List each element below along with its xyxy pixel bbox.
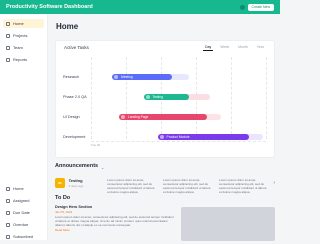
sidebar-nav: Home Projects Team Reports xyxy=(0,14,47,64)
sidebar-item-team[interactable]: Team xyxy=(3,43,44,52)
announcement-time: 2 days ago xyxy=(68,184,84,188)
tab-week[interactable]: Week xyxy=(218,44,231,51)
todo-item-date: Jan 05, 2024 xyxy=(55,210,73,214)
task-bar[interactable]: Landing Page xyxy=(119,114,207,120)
announcements-title: Announcements xyxy=(55,163,99,169)
page-title: Home xyxy=(56,22,79,31)
sidebar-nav-bottom: Home Assigned Due Date Overdue Subscribed xyxy=(3,184,45,244)
announcement-text: Lorem ipsum dolor sit amet, consectetur … xyxy=(107,178,155,194)
team-icon xyxy=(6,45,10,50)
task-bar-label: Meeting xyxy=(121,75,133,79)
tab-year[interactable]: Year xyxy=(255,44,266,51)
task-row-label: Research xyxy=(63,74,80,79)
bell-icon xyxy=(6,234,10,239)
period-tabs: Day Week Month Year xyxy=(203,44,266,51)
alert-icon xyxy=(6,222,10,227)
sidebar-filter-assigned[interactable]: Assigned xyxy=(3,196,45,205)
chevron-right-icon[interactable]: › xyxy=(273,180,275,186)
home-icon xyxy=(6,186,10,191)
todo-item-text: Lorem ipsum dolor sit amet, consectetur … xyxy=(55,215,174,227)
sidebar-item-label: Home xyxy=(13,186,24,191)
active-tasks-title: Active Tasks xyxy=(64,45,89,50)
calendar-icon xyxy=(6,210,10,215)
sidebar-item-label: Due Date xyxy=(13,210,30,215)
time-axis: Tue 20 xyxy=(91,143,266,147)
chevron-down-icon[interactable]: ⌄ xyxy=(101,165,104,170)
task-bar-label: Product Module xyxy=(166,135,190,139)
sidebar-item-home[interactable]: Home xyxy=(3,19,44,28)
todo-image-placeholder xyxy=(181,207,275,241)
todo-title: To Do xyxy=(55,195,71,201)
tab-day[interactable]: Day xyxy=(203,44,214,51)
announcement-name[interactable]: Testing xyxy=(69,178,107,183)
chart-icon xyxy=(6,57,10,62)
avatar[interactable] xyxy=(239,4,245,10)
axis-tick-label: Tue 20 xyxy=(91,143,101,147)
task-bar[interactable]: Testing xyxy=(143,94,189,100)
active-tasks-card: Active Tasks Day Week Month Year Research Me… xyxy=(55,40,275,158)
app-title: Productivity Software Dashboard xyxy=(6,4,93,10)
main-content: Home Active Tasks Day Week Month Year Resea… xyxy=(48,14,280,241)
grid-line xyxy=(266,57,267,139)
task-bar-label: Testing xyxy=(152,95,163,99)
announcement-text: Lorem ipsum dolor sit amet, consectetur … xyxy=(219,178,267,194)
sidebar: Home Projects Team Reports Home Assigned Due … xyxy=(0,14,48,240)
todo-item-name[interactable]: Design Hero Section xyxy=(55,205,175,209)
grid-line xyxy=(91,57,92,139)
sidebar-filter-due-date[interactable]: Due Date xyxy=(3,208,45,217)
task-bar-label: Landing Page xyxy=(128,115,149,119)
sidebar-item-label: Assigned xyxy=(13,198,30,203)
axis-line xyxy=(91,141,266,142)
task-bar[interactable]: Meeting xyxy=(112,74,172,80)
sidebar-item-reports[interactable]: Reports xyxy=(3,55,44,64)
check-icon xyxy=(6,198,10,203)
task-row-label: UI Design xyxy=(63,114,80,119)
grid-line xyxy=(231,57,232,139)
sidebar-item-label: Reports xyxy=(13,57,28,62)
home-icon xyxy=(6,21,10,26)
sidebar-item-label: Team xyxy=(13,45,23,50)
assignee-avatar xyxy=(114,75,118,79)
tab-month[interactable]: Month xyxy=(236,44,250,51)
sidebar-item-label: Projects xyxy=(13,33,28,38)
sidebar-item-projects[interactable]: Projects xyxy=(3,31,44,40)
announcement-header: Testing 2 days ago xyxy=(69,178,107,193)
sidebar-item-label: Subscribed xyxy=(13,234,34,239)
sidebar-filter-home[interactable]: Home xyxy=(3,184,45,193)
task-row-label: Phase 2.0 QA xyxy=(63,94,87,99)
create-new-button[interactable]: Create New xyxy=(247,3,274,11)
announcement-thumbnail: JD xyxy=(55,178,65,188)
sidebar-item-label: Overdue xyxy=(13,222,29,227)
assignee-avatar xyxy=(145,95,150,99)
sidebar-filter-overdue[interactable]: Overdue xyxy=(3,220,45,229)
task-bar[interactable]: Product Module xyxy=(157,134,249,140)
announcement-card: JD Testing 2 days ago Lorem ipsum dolor … xyxy=(55,174,275,194)
grid-line xyxy=(126,57,127,139)
top-bar: Productivity Software Dashboard Create N… xyxy=(0,0,280,14)
announcement-text: Lorem ipsum dolor sit amet, consectetur … xyxy=(163,178,211,194)
assignee-avatar xyxy=(159,135,164,139)
folder-icon xyxy=(6,33,10,38)
task-row-label: Development xyxy=(63,134,86,139)
read-more-link[interactable]: Read More xyxy=(55,228,175,232)
assignee-avatar xyxy=(121,115,125,119)
sidebar-item-label: Home xyxy=(13,21,24,26)
todo-list: Design Hero Section Jan 05, 2024 Lorem i… xyxy=(55,205,175,232)
